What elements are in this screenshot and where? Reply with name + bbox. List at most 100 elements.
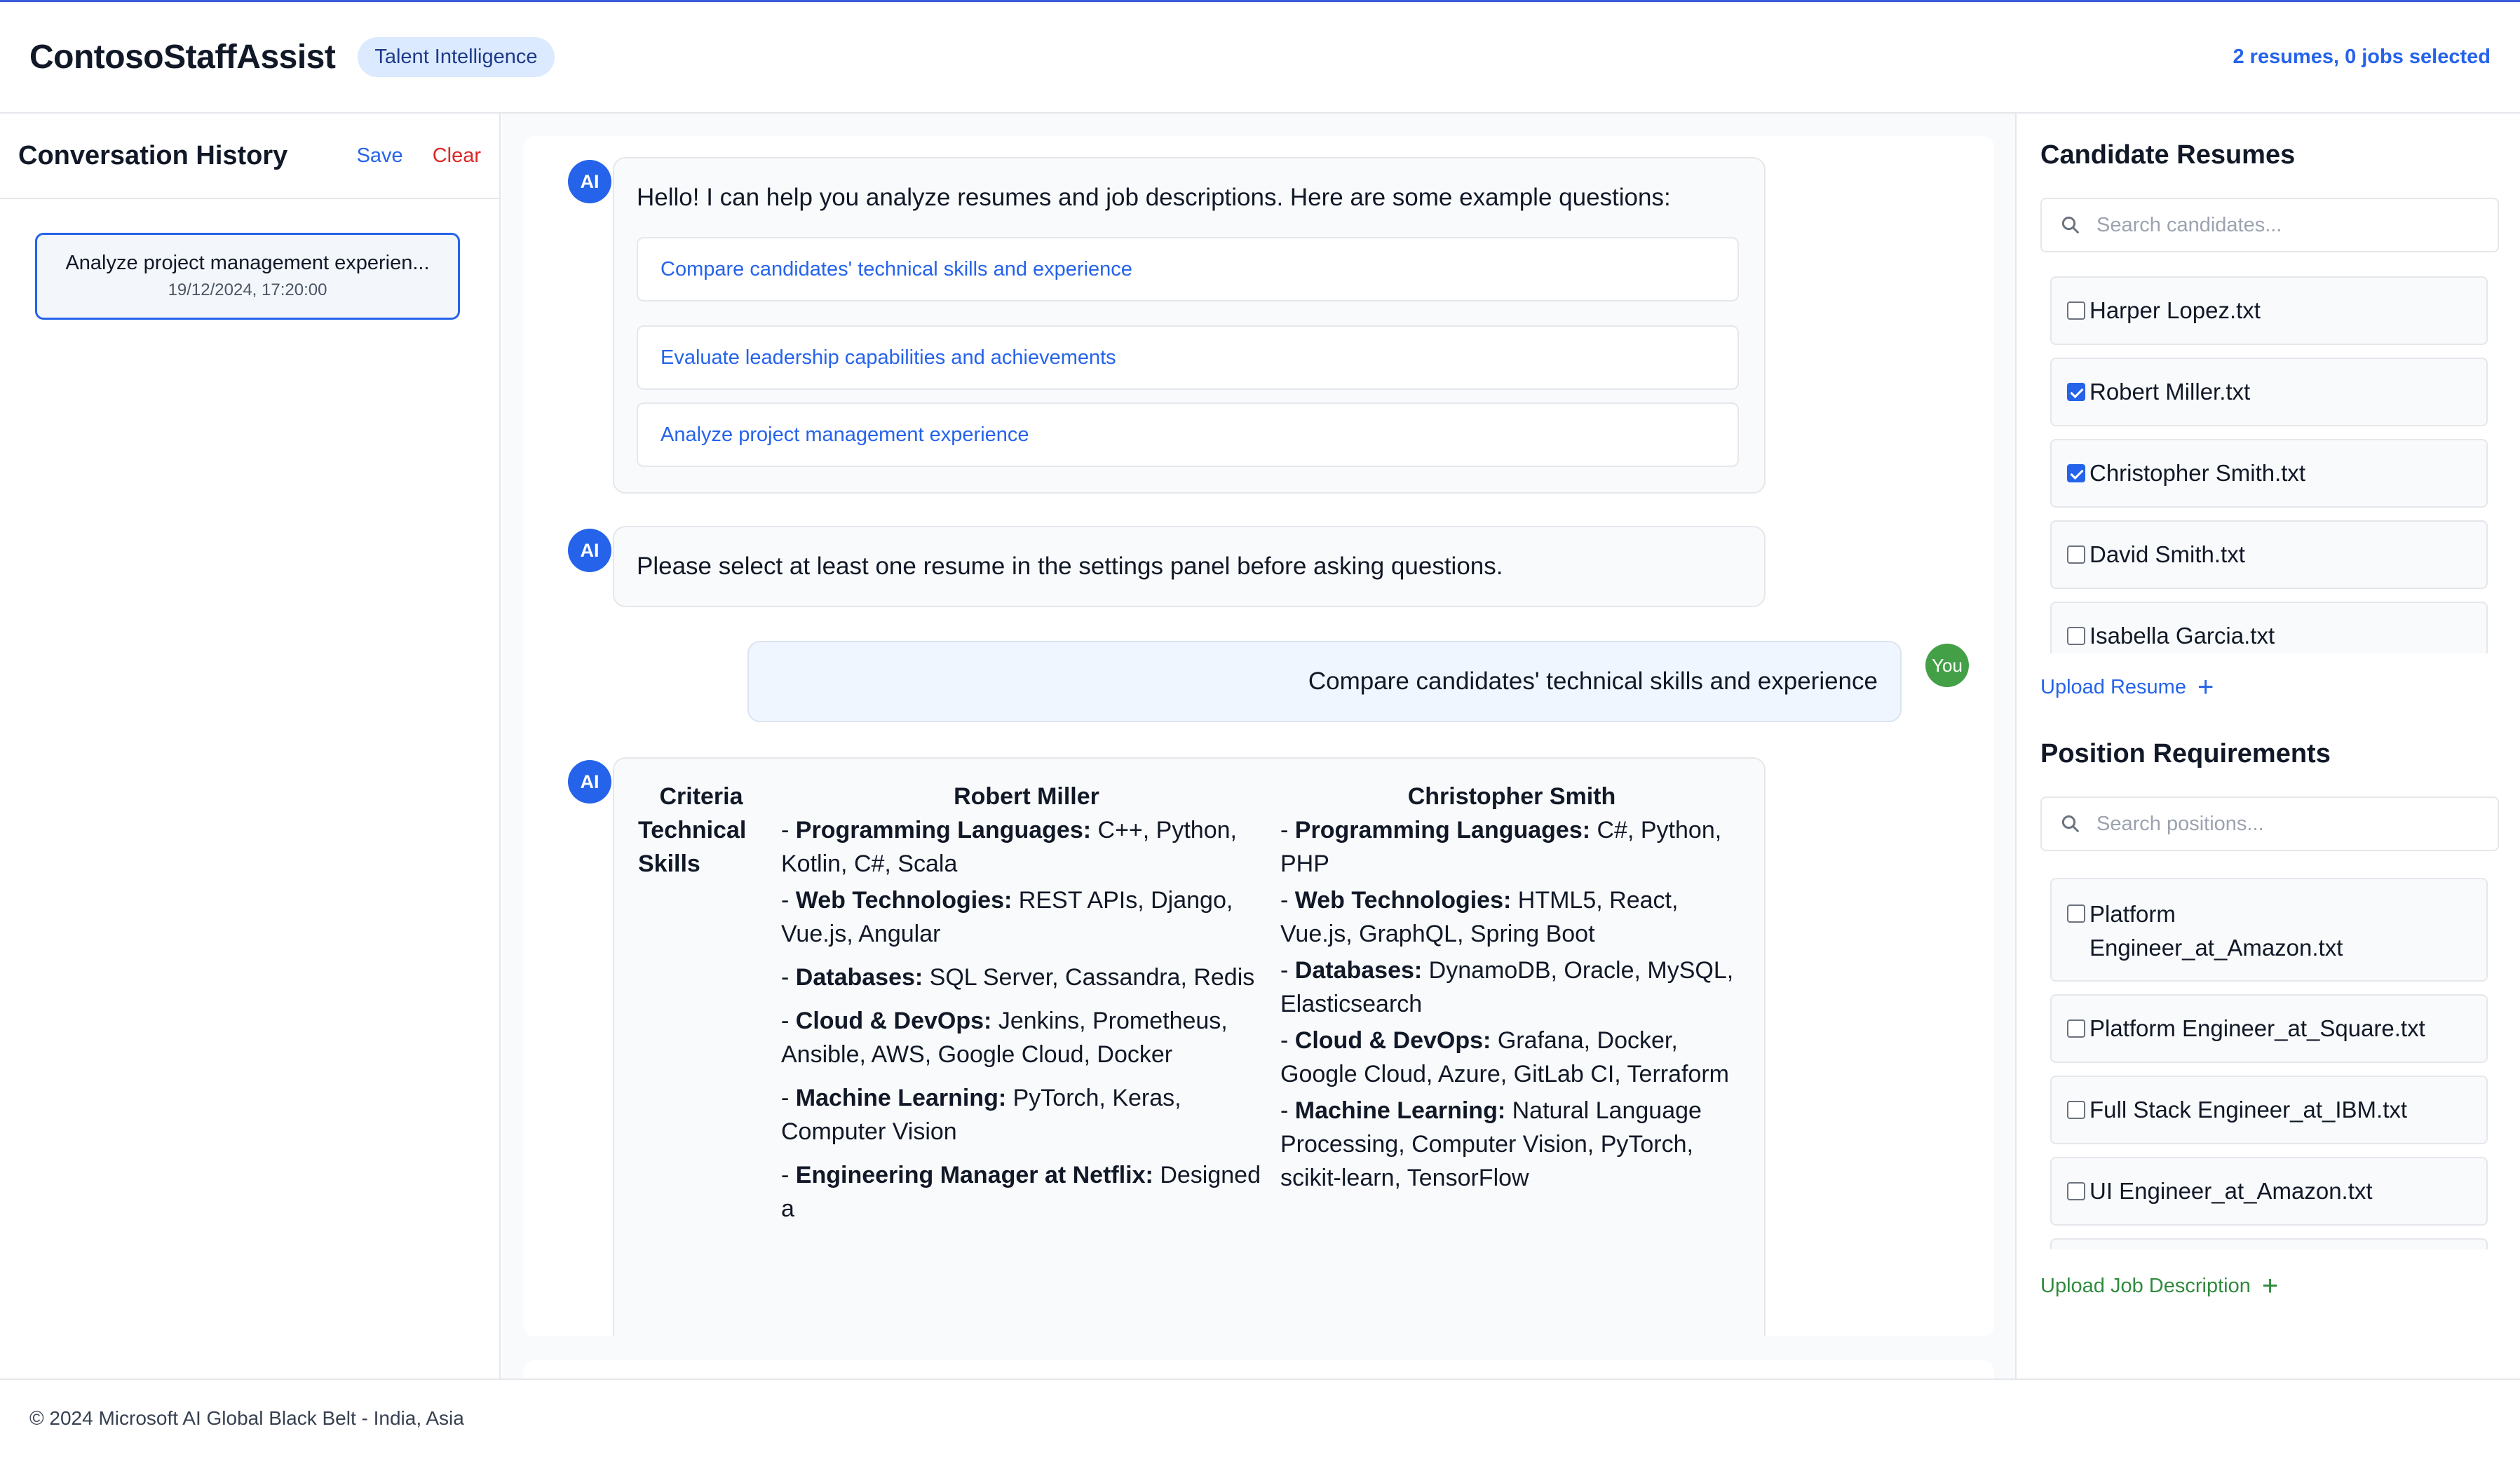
app-title: ContosoStaffAssist xyxy=(29,39,336,76)
row-label-technical-skills: Technical Skills xyxy=(638,817,747,877)
upload-resume-button[interactable]: Upload Resume + xyxy=(2040,673,2214,701)
resumes-title: Candidate Resumes xyxy=(2040,140,2296,170)
position-item[interactable]: Platform Engineer_at_Amazon.txt xyxy=(2050,878,2488,982)
skill-dash: - xyxy=(1280,1027,1295,1054)
plus-icon: + xyxy=(2261,1270,2279,1301)
resume-checkbox[interactable] xyxy=(2067,383,2085,401)
save-button[interactable]: Save xyxy=(357,144,403,168)
upload-job-label: Upload Job Description xyxy=(2040,1274,2251,1297)
position-list[interactable]: Platform Engineer_at_Amazon.txt Platform… xyxy=(2050,878,2488,1249)
position-item[interactable]: UI Engineer_at_Amazon.txt xyxy=(2050,1157,2488,1226)
skill-values: SQL Server, Cassandra, Redis xyxy=(929,964,1255,991)
skill-category: Engineering Manager at Netflix: xyxy=(795,1162,1153,1188)
ai-avatar: AI xyxy=(568,160,611,203)
history-header: Conversation History Save Clear xyxy=(0,114,499,199)
app-header: ContosoStaffAssist Talent Intelligence 2… xyxy=(0,0,2520,114)
resume-checkbox[interactable] xyxy=(2067,464,2085,482)
position-item[interactable]: Full Stack Engineer_at_IBM.txt xyxy=(2050,1076,2488,1144)
suggestion-button[interactable]: Compare candidates' technical skills and… xyxy=(637,237,1739,301)
skill-entry: - Programming Languages: C#, Python, PHP xyxy=(1280,813,1743,881)
skill-dash: - xyxy=(1280,957,1295,984)
resume-item[interactable]: David Smith.txt xyxy=(2050,520,2488,589)
positions-title: Position Requirements xyxy=(2040,739,2331,768)
chat-messages[interactable]: AI Hello! I can help you analyze resumes… xyxy=(523,136,1994,1336)
ai-message-greeting: Hello! I can help you analyze resumes an… xyxy=(613,157,1766,494)
position-search-input[interactable] xyxy=(2096,812,2489,836)
skill-dash: - xyxy=(1280,1097,1295,1124)
history-actions: Save Clear xyxy=(357,144,481,168)
history-sidebar: Conversation History Save Clear Analyze … xyxy=(0,114,501,1380)
footer-copyright: © 2024 Microsoft AI Global Black Belt - … xyxy=(29,1407,464,1429)
position-checkbox[interactable] xyxy=(2067,1019,2085,1038)
candidate-search-input[interactable] xyxy=(2096,213,2489,237)
resume-item[interactable]: Robert Miller.txt xyxy=(2050,358,2488,426)
position-checkbox[interactable] xyxy=(2067,1182,2085,1200)
ai-message-comparison: Criteria Technical Skills Robert Miller … xyxy=(613,757,1766,1336)
position-file-name: Platform Engineer_at_Square.txt xyxy=(2089,1015,2425,1041)
position-checkbox[interactable] xyxy=(2067,904,2085,923)
skill-category: Web Technologies: xyxy=(1294,887,1512,914)
chat-area: AI Hello! I can help you analyze resumes… xyxy=(502,114,2015,1457)
comparison-column-christopher-smith: Christopher Smith - Programming Language… xyxy=(1280,780,1743,1198)
resume-file-name: Robert Miller.txt xyxy=(2089,379,2251,405)
resume-item[interactable]: Christopher Smith.txt xyxy=(2050,439,2488,508)
upload-job-description-button[interactable]: Upload Job Description + xyxy=(2040,1272,2278,1300)
resume-checkbox[interactable] xyxy=(2067,301,2085,320)
resume-item[interactable]: Isabella Garcia.txt xyxy=(2050,602,2488,653)
skill-category: Machine Learning: xyxy=(1294,1097,1506,1124)
suggestion-button[interactable]: Evaluate leadership capabilities and ach… xyxy=(637,325,1739,390)
resume-item[interactable]: Harper Lopez.txt xyxy=(2050,276,2488,345)
resume-file-name: Isabella Garcia.txt xyxy=(2089,623,2275,649)
candidate-search xyxy=(2040,198,2499,252)
comparison-column-robert-miller: Robert Miller - Programming Languages: C… xyxy=(781,780,1272,1228)
ai-avatar: AI xyxy=(568,529,611,572)
clear-button[interactable]: Clear xyxy=(433,144,481,168)
skill-category: Databases: xyxy=(1294,957,1423,984)
position-item[interactable]: Platform Engineer_at_Square.txt xyxy=(2050,994,2488,1063)
user-avatar: You xyxy=(1925,644,1969,687)
history-item-timestamp: 19/12/2024, 17:20:00 xyxy=(168,280,327,299)
selection-status: 2 resumes, 0 jobs selected xyxy=(2233,46,2491,68)
skill-entry: - Web Technologies: HTML5, React, Vue.js… xyxy=(1280,883,1743,951)
search-icon xyxy=(2061,216,2080,234)
product-badge: Talent Intelligence xyxy=(358,37,555,77)
ai-message-warning: Please select at least one resume in the… xyxy=(613,526,1766,607)
skill-category: Cloud & DevOps: xyxy=(1294,1027,1491,1054)
skill-dash: - xyxy=(781,1085,796,1111)
position-file-name: Platform Engineer_at_Amazon.txt xyxy=(2089,901,2343,961)
suggestion-button[interactable]: Analyze project management experience xyxy=(637,402,1739,467)
comparison-criteria-column: Criteria Technical Skills xyxy=(638,780,764,881)
position-search xyxy=(2040,797,2499,851)
resume-checkbox[interactable] xyxy=(2067,545,2085,564)
skill-dash: - xyxy=(1280,817,1295,843)
position-file-name: UI Engineer_at_Amazon.txt xyxy=(2089,1178,2373,1204)
skill-category: Programming Languages: xyxy=(1294,817,1591,843)
skill-entry: - Programming Languages: C++, Python, Ko… xyxy=(781,813,1272,881)
skill-entry: - Databases: DynamoDB, Oracle, MySQL, El… xyxy=(1280,954,1743,1021)
position-checkbox[interactable] xyxy=(2067,1101,2085,1119)
resume-list[interactable]: Harper Lopez.txt Robert Miller.txt Chris… xyxy=(2050,276,2488,653)
plus-icon: + xyxy=(2197,672,2214,703)
table-header-criteria: Criteria xyxy=(659,783,743,810)
history-item[interactable]: Analyze project management experien... 1… xyxy=(35,233,460,320)
skill-dash: - xyxy=(781,964,796,991)
skill-category: Programming Languages: xyxy=(795,817,1092,843)
position-item-partial[interactable] xyxy=(2050,1238,2488,1249)
candidate-skills-list: - Programming Languages: C#, Python, PHP… xyxy=(1280,813,1743,1195)
skill-dash: - xyxy=(781,1008,796,1034)
table-header-candidate: Robert Miller xyxy=(954,783,1099,810)
skill-dash: - xyxy=(781,1162,796,1188)
resume-file-name: David Smith.txt xyxy=(2089,541,2245,567)
upload-resume-label: Upload Resume xyxy=(2040,675,2186,698)
skill-entry: - Machine Learning: PyTorch, Keras, Comp… xyxy=(781,1081,1272,1148)
skill-entry: - Databases: SQL Server, Cassandra, Redi… xyxy=(781,961,1272,994)
resume-checkbox[interactable] xyxy=(2067,627,2085,645)
skill-category: Cloud & DevOps: xyxy=(795,1008,992,1034)
app-footer: © 2024 Microsoft AI Global Black Belt - … xyxy=(0,1378,2520,1457)
skill-category: Machine Learning: xyxy=(795,1085,1007,1111)
skill-entry: - Machine Learning: Natural Language Pro… xyxy=(1280,1094,1743,1195)
skill-entry: - Cloud & DevOps: Jenkins, Prometheus, A… xyxy=(781,1004,1272,1071)
greeting-text: Hello! I can help you analyze resumes an… xyxy=(637,184,1671,211)
position-file-name: Full Stack Engineer_at_IBM.txt xyxy=(2089,1097,2408,1123)
search-icon xyxy=(2061,815,2080,833)
